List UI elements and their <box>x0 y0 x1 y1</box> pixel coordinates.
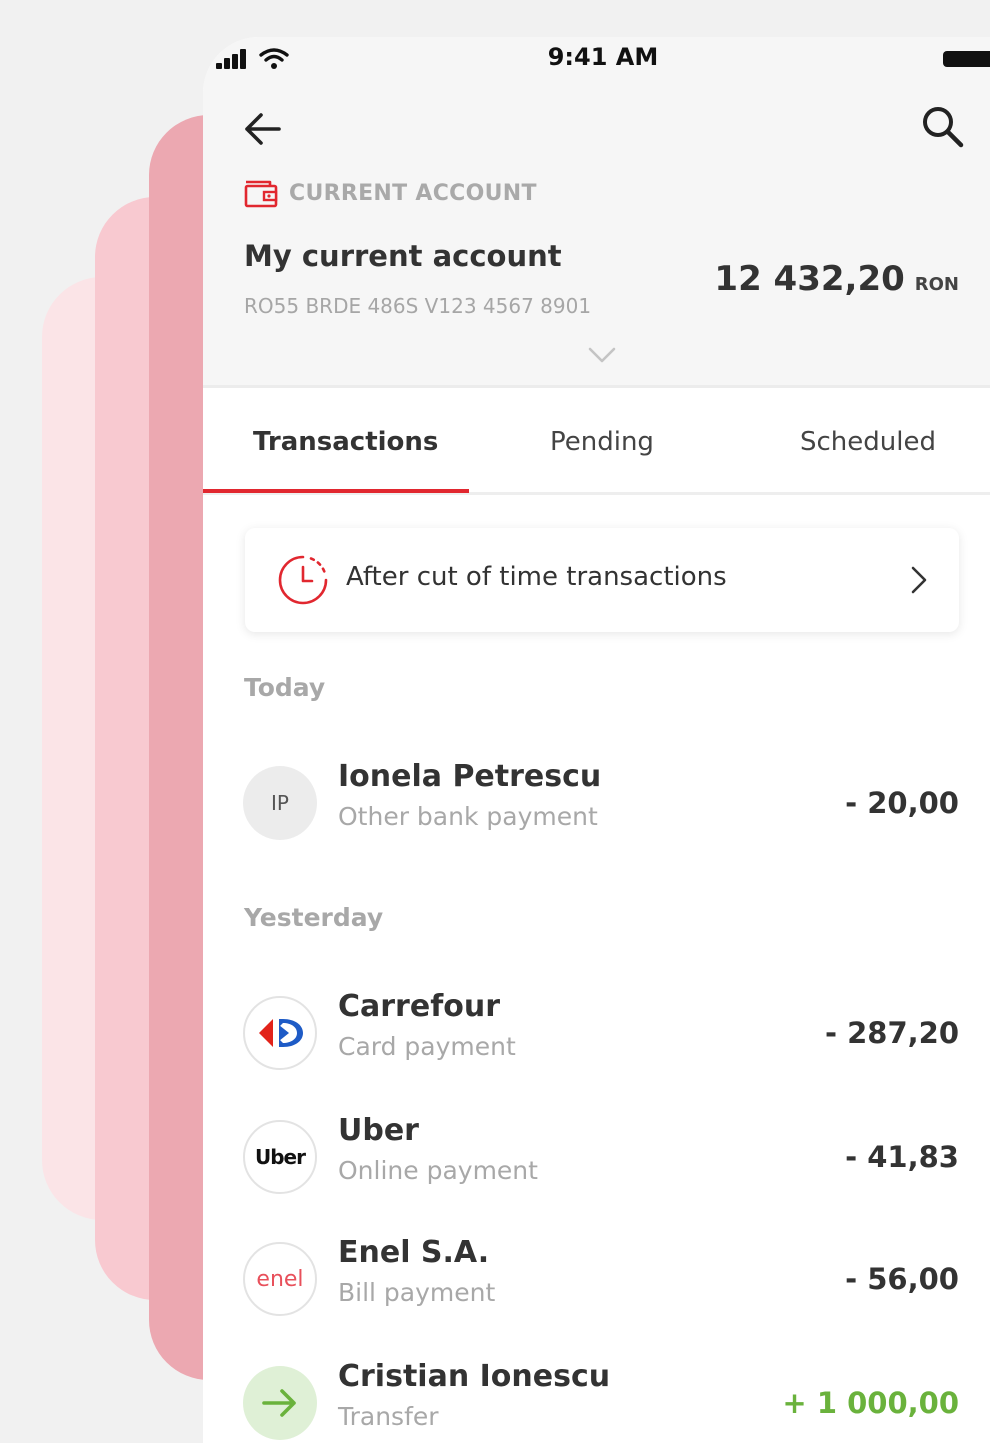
clock-icon <box>278 555 328 605</box>
tab-pending[interactable]: Pending <box>550 427 654 457</box>
transaction-row[interactable]: enel Enel S.A. Bill payment - 56,00 <box>243 1235 961 1322</box>
transaction-amount: + 1 000,00 <box>782 1386 959 1420</box>
cutoff-transactions-card[interactable]: After cut of time transactions <box>245 528 959 632</box>
transaction-name: Ionela Petrescu <box>338 759 602 794</box>
transaction-row[interactable]: Cristian Ionescu Transfer + 1 000,00 <box>243 1359 961 1443</box>
uber-logo: Uber <box>243 1120 317 1194</box>
cutoff-label: After cut of time transactions <box>346 562 727 592</box>
transaction-amount: - 20,00 <box>845 786 959 820</box>
status-time: 9:41 AM <box>547 43 659 71</box>
search-icon[interactable] <box>919 103 967 151</box>
chevron-right-icon <box>911 566 927 594</box>
section-yesterday: Yesterday <box>244 903 384 932</box>
account-type-label: CURRENT ACCOUNT <box>289 180 537 206</box>
transaction-row[interactable]: Carrefour Card payment - 287,20 <box>243 989 961 1076</box>
transaction-row[interactable]: Uber Uber Online payment - 41,83 <box>243 1113 961 1200</box>
tab-transactions[interactable]: Transactions <box>253 427 438 457</box>
section-today: Today <box>244 673 326 702</box>
transaction-type: Card payment <box>338 1032 516 1061</box>
wifi-icon <box>259 48 289 69</box>
carrefour-logo <box>243 996 317 1070</box>
transaction-name: Cristian Ionescu <box>338 1359 611 1394</box>
enel-logo-text: enel <box>256 1266 304 1292</box>
account-balance: 12 432,20 RON <box>714 259 959 299</box>
active-tab-indicator <box>203 489 469 493</box>
transaction-row[interactable]: IP Ionela Petrescu Other bank payment - … <box>243 759 961 846</box>
tab-scheduled[interactable]: Scheduled <box>800 427 936 457</box>
arrow-right-icon <box>262 1389 296 1417</box>
avatar-initials: IP <box>271 791 289 815</box>
phone-screen: 9:41 AM CURRENT ACCOUNT My current accou… <box>203 37 990 1443</box>
transaction-amount: - 56,00 <box>845 1262 959 1296</box>
account-header: 9:41 AM CURRENT ACCOUNT My current accou… <box>203 37 990 388</box>
account-type: CURRENT ACCOUNT <box>243 177 537 209</box>
wallet-icon <box>244 180 278 208</box>
transaction-type: Transfer <box>338 1402 439 1431</box>
transaction-name: Uber <box>338 1113 419 1148</box>
battery-icon <box>943 51 990 67</box>
transaction-name: Carrefour <box>338 989 501 1024</box>
transaction-tabs: Transactions Pending Scheduled <box>203 387 990 495</box>
back-arrow-icon[interactable] <box>241 107 285 151</box>
account-iban: RO55 BRDE 486S V123 4567 8901 <box>244 294 592 318</box>
transaction-amount: - 41,83 <box>845 1140 959 1174</box>
transaction-type: Other bank payment <box>338 802 598 831</box>
transaction-amount: - 287,20 <box>824 1016 959 1050</box>
transfer-avatar <box>243 1366 317 1440</box>
app-stage: 9:41 AM CURRENT ACCOUNT My current accou… <box>0 0 990 1443</box>
transaction-type: Bill payment <box>338 1278 496 1307</box>
signal-icon <box>216 49 250 69</box>
transaction-type: Online payment <box>338 1156 538 1185</box>
account-name: My current account <box>244 239 562 273</box>
balance-amount: 12 432,20 <box>714 259 905 299</box>
transaction-name: Enel S.A. <box>338 1235 490 1270</box>
uber-logo-text: Uber <box>255 1145 306 1169</box>
enel-logo: enel <box>243 1242 317 1316</box>
chevron-down-icon[interactable] <box>587 345 617 365</box>
balance-currency: RON <box>914 274 959 295</box>
initials-avatar: IP <box>243 766 317 840</box>
